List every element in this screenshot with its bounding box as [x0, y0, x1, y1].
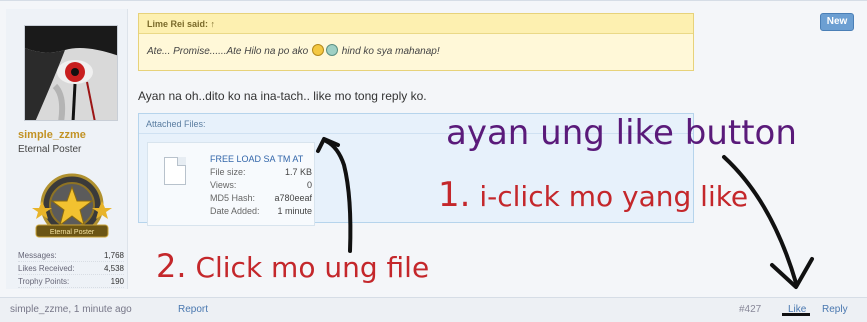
- step1-text: i-click mo yang like: [479, 180, 749, 213]
- post-footer: simple_zzme, 1 minute ago Report #427 Li…: [0, 297, 867, 322]
- reply-button[interactable]: Reply: [822, 300, 848, 320]
- stat-messages: Messages: 1,768: [18, 249, 124, 262]
- file-row-label: MD5 Hash:: [210, 193, 256, 203]
- stat-label: Messages:: [18, 251, 57, 260]
- post-number[interactable]: #427: [739, 300, 761, 320]
- arrow-to-like-head: [770, 257, 814, 289]
- stat-label: Trophy Points:: [18, 277, 70, 286]
- annotation-like-button: ayan ung like button: [446, 113, 797, 153]
- stat-value: 190: [110, 277, 124, 286]
- user-stats: Messages: 1,768 Likes Received: 4,538 Tr…: [18, 249, 124, 288]
- quote-text-before: Ate... Promise......Ate Hilo na po ako: [147, 46, 309, 57]
- avatar[interactable]: [24, 25, 118, 121]
- stat-value: 1,768: [103, 251, 124, 260]
- stat-trophy-points: Trophy Points: 190: [18, 275, 124, 288]
- confused-emoji-icon: [325, 44, 338, 56]
- attachment-file[interactable]: FREE LOAD SA TM AT File size: 1.7 KB View…: [147, 142, 315, 226]
- username[interactable]: simple_zzme: [18, 129, 86, 141]
- stat-likes-received: Likes Received: 4,538: [18, 262, 124, 275]
- svg-text:Eternal Poster: Eternal Poster: [50, 229, 95, 236]
- new-badge: New: [820, 13, 854, 31]
- file-row-label: Views:: [210, 180, 237, 190]
- quote-text-after: hind ko sya mahanap!: [341, 46, 440, 57]
- like-button[interactable]: Like: [788, 300, 806, 320]
- forum-post: simple_zzme Eternal Poster Eternal Poste…: [0, 0, 867, 322]
- file-row-label: Date Added:: [210, 206, 260, 216]
- user-panel: simple_zzme Eternal Poster Eternal Poste…: [6, 9, 128, 289]
- annotation-step2: 2. Click mo ung file: [156, 247, 429, 285]
- file-row: Date Added: 1 minute: [210, 205, 312, 218]
- post-meta[interactable]: simple_zzme, 1 minute ago: [10, 300, 132, 320]
- stat-label: Likes Received:: [18, 264, 75, 273]
- avatar-image: [25, 26, 117, 120]
- step2-text: Click mo ung file: [195, 251, 430, 284]
- user-title: Eternal Poster: [18, 144, 82, 155]
- eternal-poster-badge: Eternal Poster: [20, 171, 124, 241]
- quote-header[interactable]: Lime Rei said: ↑: [139, 14, 693, 34]
- file-icon[interactable]: [164, 157, 186, 185]
- sad-emoji-icon: [311, 44, 324, 56]
- file-row-label: File size:: [210, 167, 246, 177]
- file-row-value: 0: [306, 180, 312, 190]
- file-row: MD5 Hash: a780eeaf: [210, 192, 312, 205]
- file-row: File size: 1.7 KB: [210, 166, 312, 179]
- like-underline: [782, 313, 810, 316]
- step2-number: 2.: [156, 247, 187, 285]
- report-link[interactable]: Report: [178, 300, 208, 320]
- file-info: FREE LOAD SA TM AT File size: 1.7 KB View…: [210, 153, 312, 218]
- file-row-value: 1 minute: [277, 206, 312, 216]
- message-text: Ayan na oh..dito ko na ina-tach.. like m…: [138, 89, 427, 103]
- quote-body: Ate... Promise......Ate Hilo na po ako h…: [139, 34, 693, 67]
- stat-value: 4,538: [103, 264, 124, 273]
- quote-block: Lime Rei said: ↑ Ate... Promise......Ate…: [138, 13, 694, 71]
- file-row-value: a780eeaf: [274, 193, 312, 203]
- file-row-value: 1.7 KB: [284, 167, 312, 177]
- step1-number: 1.: [438, 175, 471, 215]
- file-name-link[interactable]: FREE LOAD SA TM AT: [210, 153, 312, 166]
- file-row: Views: 0: [210, 179, 312, 192]
- annotation-step1: 1. i-click mo yang like: [438, 175, 748, 215]
